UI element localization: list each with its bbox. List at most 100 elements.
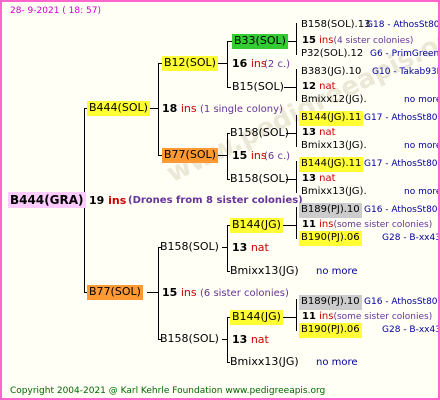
root-generation: 19 ins (89, 194, 126, 207)
queen-b77-sol-2[interactable]: B77(SOL) (162, 148, 218, 163)
connector (282, 225, 297, 226)
root-ins: ins (108, 194, 127, 207)
queen-b144-jg-11-2[interactable]: B144(JG).11 (299, 157, 364, 172)
root-drone-note: (Drones from 8 sister colonies) (128, 195, 303, 206)
queen-b144-jg-2[interactable]: B144(JG) (230, 310, 283, 325)
connector (222, 339, 228, 340)
gen-number: 11 (302, 311, 316, 322)
connector (296, 161, 297, 193)
gen-info: 11 ins(some sister colonies) (302, 310, 432, 324)
queen-bmixx13-jg-4[interactable]: Bmixx13(JG). (299, 185, 369, 200)
ins-label: ins (319, 311, 334, 322)
connector (284, 87, 297, 88)
gen-number: 15 (232, 149, 248, 162)
colony-note: (some sister colonies) (333, 312, 433, 322)
connector (218, 155, 228, 156)
gen-number: 12 (302, 81, 316, 92)
ins-label: ins (180, 286, 197, 299)
queen-b189-pj-10[interactable]: B189(PJ).10 (299, 203, 362, 218)
gen-number: 13 (232, 333, 248, 346)
queen-b190-pj-06[interactable]: B190(PJ).06 (299, 231, 362, 246)
queen-b15-sol[interactable]: B15(SOL) (230, 80, 286, 95)
gen-info: 13 nat (302, 172, 336, 185)
queen-p32-sol-12[interactable]: P32(SOL).12 (299, 47, 365, 62)
root-queen[interactable]: B444(GRA) (8, 192, 86, 208)
gen-number: 13 (232, 241, 248, 254)
breeder-info: G18 - AthosSt80R (366, 20, 440, 30)
connector (282, 317, 297, 318)
no-more-label: no more (404, 141, 440, 151)
queen-b33-sol[interactable]: B33(SOL) (232, 34, 288, 49)
pedigree-frame: www.pedigreeapis.org 28- 9-2021 ( 18: 57… (0, 0, 440, 400)
ins-label: ins (319, 219, 334, 230)
queen-b158-sol-3[interactable]: B158(SOL) (228, 126, 291, 141)
gen-number: 16 (232, 57, 248, 70)
gen-info: 15 ins(4 sister colonies) (302, 34, 413, 48)
gen-number: 11 (302, 219, 316, 230)
breeder-info: G17 - AthosSt80R (364, 159, 440, 169)
queen-b190-pj-06-2[interactable]: B190(PJ).06 (299, 323, 362, 338)
gen-number: 15 (302, 35, 316, 46)
gen-number: 13 (302, 173, 316, 184)
queen-bmixx13-jg[interactable]: Bmixx13(JG) (228, 264, 301, 279)
connector (158, 63, 159, 156)
gen-number: 13 (302, 127, 316, 138)
breeder-info: G28 - B-xx43 (382, 233, 440, 243)
gen-info: 15 ins (162, 286, 197, 299)
queen-b444-sol[interactable]: B444(SOL) (87, 101, 150, 116)
connector (296, 115, 297, 147)
queen-b77-sol[interactable]: B77(SOL) (87, 285, 143, 300)
nat-label: nat (319, 173, 336, 184)
queen-b158-sol-2[interactable]: B158(SOL) (158, 332, 221, 347)
connector (222, 247, 228, 248)
nat-label: nat (319, 81, 336, 92)
breeder-info: G28 - B-xx43 (382, 325, 440, 335)
colony-note: (6 c.) (264, 151, 291, 162)
queen-bmixx13-jg-3[interactable]: Bmixx13(JG). (299, 139, 369, 154)
connector (218, 63, 228, 64)
gen-info: 12 nat (302, 80, 336, 93)
no-more-label: no more (316, 266, 358, 277)
connector (158, 247, 159, 339)
connector (296, 23, 297, 55)
connector (150, 108, 159, 109)
ins-label: ins (319, 35, 334, 46)
breeder-info: G6 - PrimGreen00 (370, 49, 440, 59)
breeder-info: G17 - AthosSt80R (364, 113, 440, 123)
colony-note: (2 c.) (264, 59, 291, 70)
gen-info: 16 ins (232, 57, 267, 70)
gen-info: 15 ins (232, 149, 267, 162)
queen-b144-jg-11[interactable]: B144(JG).11 (299, 111, 364, 126)
timestamp: 28- 9-2021 ( 18: 57) (10, 6, 101, 16)
queen-b189-pj-10-2[interactable]: B189(PJ).10 (299, 295, 362, 310)
no-more-label: no more (404, 187, 440, 197)
footer-copyright: Copyright 2004-2021 @ Karl Kehrle Founda… (10, 386, 326, 396)
queen-b158-sol[interactable]: B158(SOL) (158, 240, 221, 255)
no-more-label: no more (404, 95, 440, 105)
colony-note: (4 sister colonies) (333, 36, 414, 46)
breeder-info: G16 - AthosSt80R (364, 297, 440, 307)
gen-info: 13 nat (302, 126, 336, 139)
queen-bmixx13-jg-2[interactable]: Bmixx13(JG) (228, 355, 301, 370)
breeder-info: G16 - AthosSt80R (364, 205, 440, 215)
colony-note: (6 sister colonies) (200, 288, 289, 299)
nat-label: nat (319, 127, 336, 138)
queen-b144-jg[interactable]: B144(JG) (230, 218, 283, 233)
no-more-label: no more (316, 357, 358, 368)
breeder-info: G10 - Takab93R (372, 67, 440, 77)
gen-number: 18 (162, 102, 178, 115)
colony-note: (1 single colony) (200, 104, 283, 115)
connector (296, 69, 297, 101)
queen-bmixx12-jg[interactable]: Bmixx12(JG). (299, 93, 369, 108)
queen-b12-sol[interactable]: B12(SOL) (162, 56, 218, 71)
root-gen-number: 19 (89, 194, 105, 207)
queen-b158-sol-4[interactable]: B158(SOL) (228, 172, 291, 187)
queen-b383-jg-10[interactable]: B383(JG).10 (299, 65, 363, 80)
gen-info: 18 ins (162, 102, 197, 115)
gen-info: 11 ins(some sister colonies) (302, 218, 432, 232)
connector (296, 207, 297, 239)
queen-b158-sol-13[interactable]: B158(SOL).13 (299, 18, 372, 33)
gen-info: 13 nat (232, 241, 269, 254)
ins-label: ins (180, 102, 197, 115)
connector (147, 292, 159, 293)
